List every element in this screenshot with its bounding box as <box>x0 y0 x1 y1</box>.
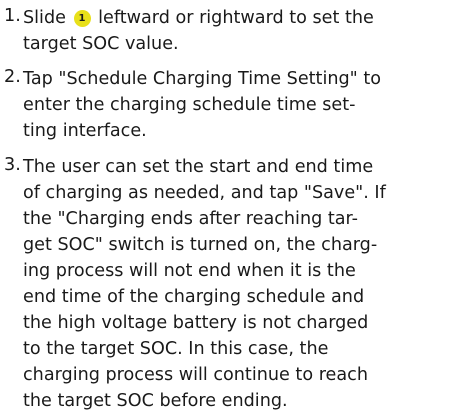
step-3-number: 3. <box>4 155 21 175</box>
step-1-text-a: Slide <box>23 8 66 28</box>
step-1-line-1: Slide 1 leftward or rightward to set the <box>23 6 374 30</box>
step-3-line-4: get SOC" switch is turned on, the charg- <box>23 235 378 255</box>
step-2-line-2: enter the charging schedule time set- <box>23 95 356 115</box>
step-2-number: 2. <box>4 67 21 87</box>
step-3-line-6: end time of the charging schedule and <box>23 287 365 307</box>
step-3-line-2: of charging as needed, and tap "Save". I… <box>23 183 386 203</box>
step-3-line-7: the high voltage battery is not charged <box>23 313 369 333</box>
instruction-list: 1. Slide 1 leftward or rightward to set … <box>0 0 462 413</box>
step-2-line-1: Tap "Schedule Charging Time Setting" to <box>23 69 382 89</box>
step-3-line-5: ing process will not end when it is the <box>23 261 356 281</box>
step-3-line-1: The user can set the start and end time <box>23 157 374 177</box>
step-2-line-3: ting interface. <box>23 121 147 141</box>
step-3-line-8: to the target SOC. In this case, the <box>23 339 329 359</box>
step-3-line-9: charging process will continue to reach <box>23 365 368 385</box>
step-3-line-10: the target SOC before ending. <box>23 391 288 411</box>
callout-1-badge: 1 <box>73 10 91 27</box>
step-1-line-2: target SOC value. <box>23 34 179 54</box>
step-3-line-3: the "Charging ends after reaching tar- <box>23 209 358 229</box>
step-1-text-b: leftward or rightward to set the <box>98 8 374 28</box>
step-1-number: 1. <box>4 6 21 26</box>
